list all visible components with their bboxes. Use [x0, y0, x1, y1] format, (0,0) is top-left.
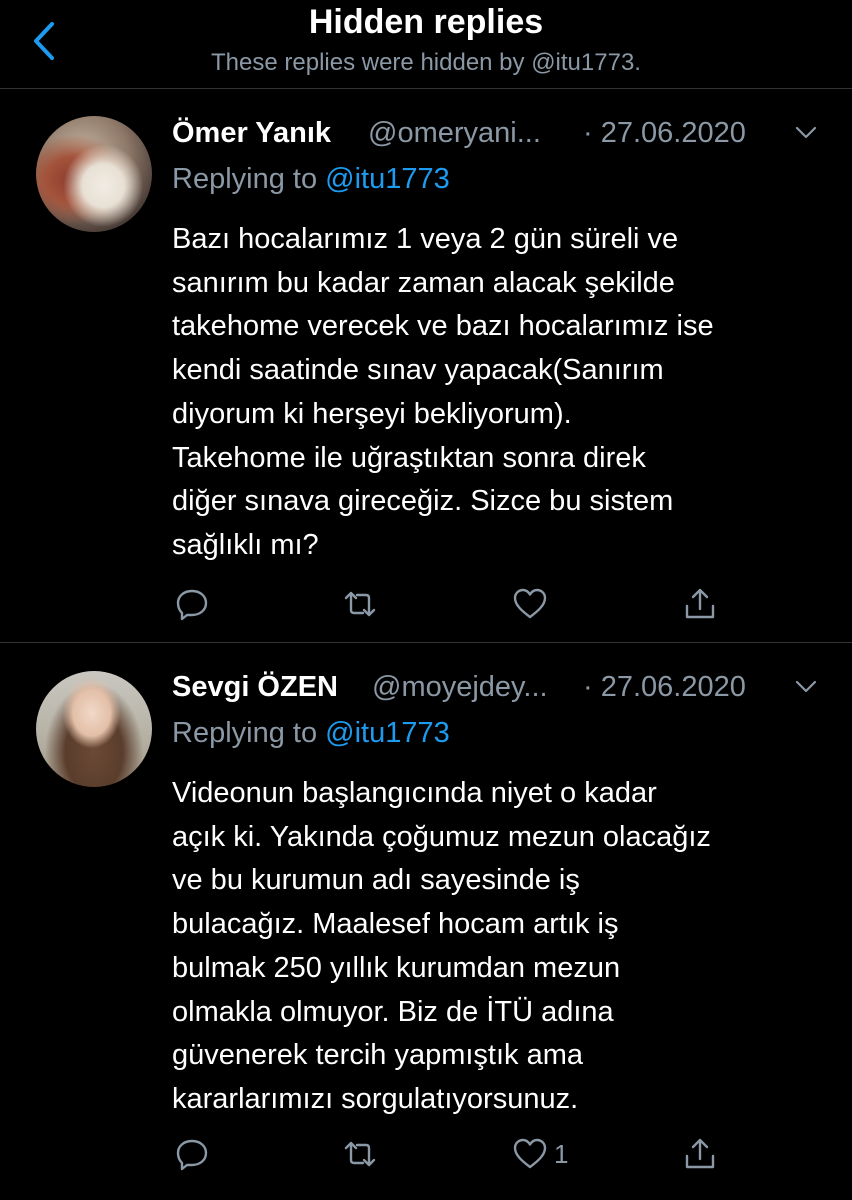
tweet-text-line: açık ki. Yakında çoğumuz mezun olacağız [172, 820, 711, 853]
tweet[interactable]: Sevgi ÖZEN @moyejdey... · 27.06.2020 Rep… [0, 643, 852, 1200]
tweet-text-line: olmakla olmuyor. Biz de İTÜ adına [172, 995, 614, 1028]
page-title: Hidden replies [308, 3, 544, 41]
chevron-down-icon [795, 680, 817, 693]
reply-icon [176, 1139, 208, 1171]
share-button[interactable] [682, 1136, 718, 1172]
page-subtitle: These replies were hidden by @itu1773. [211, 49, 641, 76]
tweet[interactable]: Ömer Yanık @omeryani... · 27.06.2020 Rep… [0, 89, 852, 643]
tweet-text-line: kararlarımızı sorgulatıyorsunuz. [172, 1082, 579, 1115]
tweet-text-line: Videonun başlangıcında niyet o kadar [172, 777, 657, 809]
heart-icon [513, 1138, 547, 1169]
tweet-text-line: bulacağız. Maalesef hocam artık iş [172, 908, 619, 941]
author-handle[interactable]: @moyejdey... [372, 669, 548, 705]
avatar[interactable] [36, 671, 152, 787]
tweet-text-line: diğer sınava gireceğiz. Sizce bu sistem [172, 485, 674, 518]
avatar[interactable] [36, 116, 152, 232]
mention-link[interactable]: @itu1773 [325, 717, 450, 749]
like-button[interactable] [512, 1136, 548, 1172]
header: Hidden replies These replies were hidden… [0, 0, 852, 89]
tweet-text-line: Bazı hocalarımız 1 veya 2 gün süreli ve [172, 223, 679, 255]
tweet-text-line: takehome verecek ve bazı hocalarımız ise [172, 310, 714, 343]
tweet-text-line: ve bu kurumun adı sayesinde iş [172, 864, 580, 897]
heart-icon [513, 588, 547, 619]
tweet-text-line: Takehome ile uğraştıktan sonra direk [172, 441, 646, 474]
retweet-button[interactable] [342, 1136, 378, 1172]
replying-to-label: Replying to [172, 163, 326, 195]
share-icon [685, 1138, 715, 1169]
like-button[interactable] [512, 586, 548, 622]
chevron-down-icon [795, 126, 817, 139]
tweet-text-line: güvenerek tercih yapmıştık ama [172, 1039, 584, 1072]
retweet-icon [344, 1141, 376, 1167]
author-name[interactable]: Sevgi ÖZEN [172, 669, 338, 705]
author-name[interactable]: Ömer Yanık [172, 115, 331, 151]
mention-link[interactable]: @itu1773 [325, 163, 450, 195]
tweet-text: Videonun başlangıcında niyet o kadar açı… [172, 772, 832, 1122]
replying-to: Replying to @itu1773 [172, 715, 450, 751]
tweet-text-line: sanırım bu kadar zaman alacak şekilde [172, 266, 675, 299]
tweet-date: · 27.06.2020 [583, 117, 746, 149]
retweet-button[interactable] [342, 586, 378, 622]
tweet-text-line: sağlıklı mı? [172, 528, 319, 561]
more-options-button[interactable] [794, 679, 818, 695]
tweet-text-line: diyorum ki herşeyi bekliyorum). [172, 397, 572, 430]
reply-icon [176, 589, 208, 621]
more-options-button[interactable] [794, 125, 818, 141]
share-icon [685, 588, 715, 619]
reply-button[interactable] [174, 1136, 210, 1172]
share-button[interactable] [682, 586, 718, 622]
tweet-text-line: kendi saatinde sınav yapacak(Sanırım [172, 354, 664, 387]
tweet-date: · 27.06.2020 [583, 671, 746, 703]
replying-to-label: Replying to [172, 717, 326, 749]
replying-to: Replying to @itu1773 [172, 161, 450, 197]
like-count: 1 [554, 1139, 569, 1169]
author-handle[interactable]: @omeryani... [368, 115, 541, 151]
tweet-text: Bazı hocalarımız 1 veya 2 gün süreli ve … [172, 218, 832, 568]
reply-button[interactable] [174, 586, 210, 622]
tweet-text-line: bulmak 250 yıllık kurumdan mezun [172, 951, 621, 984]
retweet-icon [344, 591, 376, 617]
